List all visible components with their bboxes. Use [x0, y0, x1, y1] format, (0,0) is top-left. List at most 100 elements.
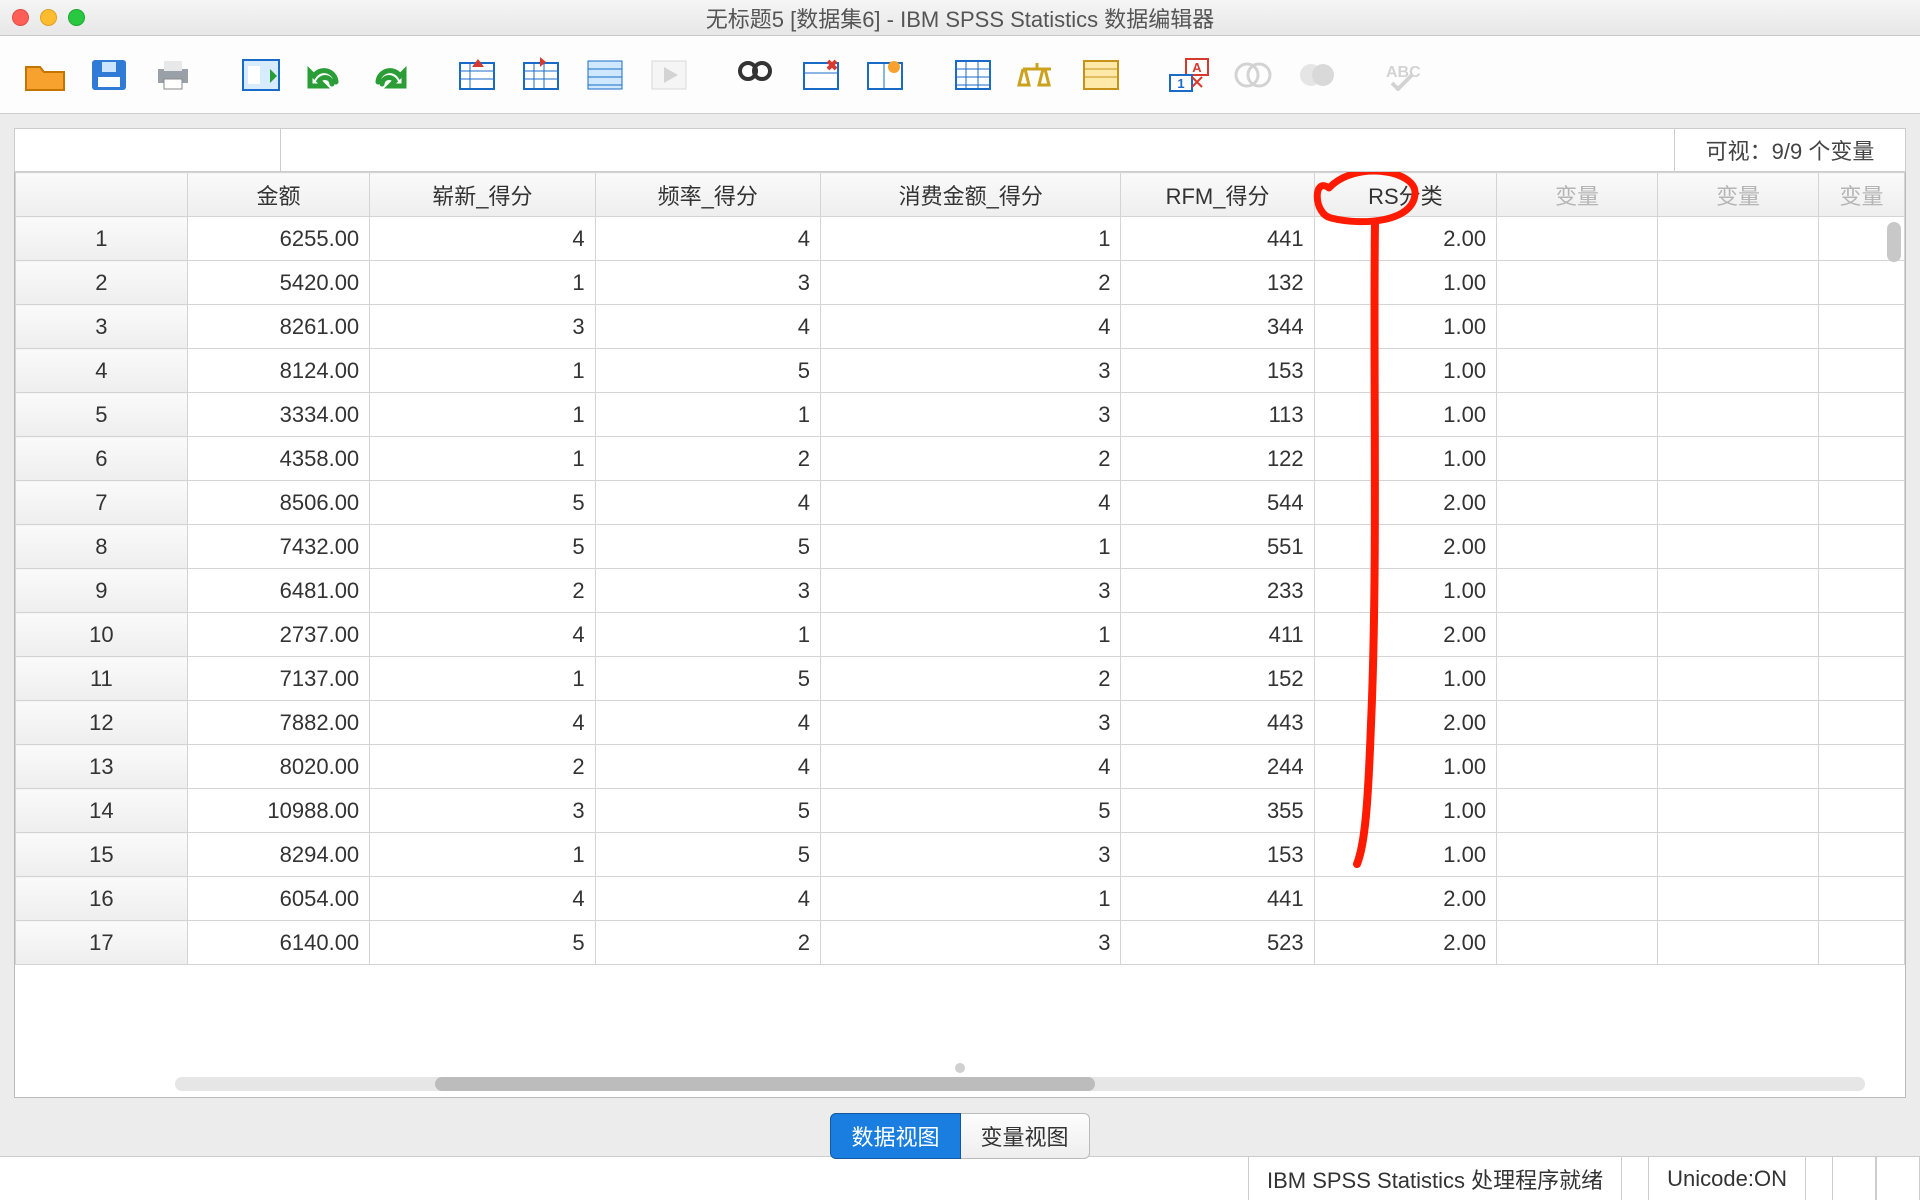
data-cell[interactable]: 2: [595, 437, 820, 481]
row-header[interactable]: 3: [16, 305, 188, 349]
data-cell[interactable]: 544: [1121, 481, 1314, 525]
data-cell[interactable]: 443: [1121, 701, 1314, 745]
data-cell[interactable]: 344: [1121, 305, 1314, 349]
data-cell[interactable]: 4: [595, 217, 820, 261]
empty-cell[interactable]: [1658, 833, 1819, 877]
horizontal-scrollbar-thumb[interactable]: [435, 1077, 1095, 1091]
value-labels-icon[interactable]: A1: [1162, 48, 1216, 102]
row-header[interactable]: 9: [16, 569, 188, 613]
select-cases-icon[interactable]: [1074, 48, 1128, 102]
data-cell[interactable]: 152: [1121, 657, 1314, 701]
data-cell[interactable]: 441: [1121, 877, 1314, 921]
undo-icon[interactable]: [298, 48, 352, 102]
split-file-icon[interactable]: [946, 48, 1000, 102]
data-cell[interactable]: 5: [595, 789, 820, 833]
pane-grip-icon[interactable]: [955, 1063, 965, 1073]
empty-cell[interactable]: [1658, 525, 1819, 569]
empty-cell[interactable]: [1658, 305, 1819, 349]
data-cell[interactable]: 3: [820, 393, 1121, 437]
empty-cell[interactable]: [1658, 789, 1819, 833]
row-header[interactable]: 16: [16, 877, 188, 921]
data-cell[interactable]: 3: [370, 305, 595, 349]
goto-case-icon[interactable]: [450, 48, 504, 102]
minimize-window-icon[interactable]: [40, 9, 57, 26]
open-file-icon[interactable]: [18, 48, 72, 102]
empty-cell[interactable]: [1658, 481, 1819, 525]
empty-cell[interactable]: [1819, 481, 1905, 525]
empty-cell[interactable]: [1497, 877, 1658, 921]
data-cell[interactable]: 153: [1121, 349, 1314, 393]
data-cell[interactable]: 4: [370, 217, 595, 261]
row-header[interactable]: 12: [16, 701, 188, 745]
column-header[interactable]: 频率_得分: [595, 173, 820, 217]
data-cell[interactable]: 2: [820, 261, 1121, 305]
data-cell[interactable]: 5420.00: [187, 261, 369, 305]
redo-icon[interactable]: [362, 48, 416, 102]
data-cell[interactable]: 4: [595, 877, 820, 921]
row-header[interactable]: 2: [16, 261, 188, 305]
insert-variable-icon[interactable]: [858, 48, 912, 102]
data-cell[interactable]: 8020.00: [187, 745, 369, 789]
row-header[interactable]: 10: [16, 613, 188, 657]
data-cell[interactable]: 1: [820, 877, 1121, 921]
data-cell[interactable]: 5: [370, 481, 595, 525]
empty-cell[interactable]: [1497, 217, 1658, 261]
data-cell[interactable]: 441: [1121, 217, 1314, 261]
empty-cell[interactable]: [1497, 481, 1658, 525]
empty-cell[interactable]: [1658, 437, 1819, 481]
empty-cell[interactable]: [1819, 613, 1905, 657]
data-cell[interactable]: 6255.00: [187, 217, 369, 261]
data-cell[interactable]: 1.00: [1314, 349, 1496, 393]
data-cell[interactable]: 2.00: [1314, 481, 1496, 525]
data-cell[interactable]: 6140.00: [187, 921, 369, 965]
data-cell[interactable]: 8294.00: [187, 833, 369, 877]
data-cell[interactable]: 1: [820, 613, 1121, 657]
data-cell[interactable]: 3: [820, 569, 1121, 613]
data-cell[interactable]: 3: [820, 833, 1121, 877]
column-header[interactable]: RS分类: [1314, 173, 1496, 217]
data-cell[interactable]: 2: [820, 437, 1121, 481]
data-cell[interactable]: 8506.00: [187, 481, 369, 525]
row-header[interactable]: 13: [16, 745, 188, 789]
data-cell[interactable]: 4: [820, 305, 1121, 349]
zoom-window-icon[interactable]: [68, 9, 85, 26]
row-header[interactable]: 17: [16, 921, 188, 965]
data-cell[interactable]: 2.00: [1314, 525, 1496, 569]
data-cell[interactable]: 5: [595, 657, 820, 701]
empty-cell[interactable]: [1819, 393, 1905, 437]
data-cell[interactable]: 355: [1121, 789, 1314, 833]
data-cell[interactable]: 4: [820, 481, 1121, 525]
data-cell[interactable]: 8124.00: [187, 349, 369, 393]
data-cell[interactable]: 1.00: [1314, 569, 1496, 613]
empty-cell[interactable]: [1819, 261, 1905, 305]
data-cell[interactable]: 3: [820, 349, 1121, 393]
empty-cell[interactable]: [1497, 393, 1658, 437]
column-header[interactable]: RFM_得分: [1121, 173, 1314, 217]
data-cell[interactable]: 1: [595, 393, 820, 437]
active-cell-name[interactable]: [15, 129, 281, 171]
row-header[interactable]: 6: [16, 437, 188, 481]
data-cell[interactable]: 1.00: [1314, 745, 1496, 789]
data-cell[interactable]: 3: [595, 261, 820, 305]
data-cell[interactable]: 1: [370, 437, 595, 481]
data-cell[interactable]: 551: [1121, 525, 1314, 569]
data-cell[interactable]: 113: [1121, 393, 1314, 437]
row-header[interactable]: 7: [16, 481, 188, 525]
data-cell[interactable]: 2.00: [1314, 701, 1496, 745]
data-cell[interactable]: 4: [595, 305, 820, 349]
empty-cell[interactable]: [1819, 437, 1905, 481]
empty-cell[interactable]: [1819, 525, 1905, 569]
data-cell[interactable]: 132: [1121, 261, 1314, 305]
data-cell[interactable]: 4: [595, 481, 820, 525]
data-cell[interactable]: 2.00: [1314, 877, 1496, 921]
data-cell[interactable]: 5: [370, 525, 595, 569]
empty-cell[interactable]: [1497, 921, 1658, 965]
empty-cell[interactable]: [1658, 613, 1819, 657]
data-cell[interactable]: 3: [820, 921, 1121, 965]
empty-cell[interactable]: [1658, 657, 1819, 701]
data-cell[interactable]: 5: [820, 789, 1121, 833]
data-cell[interactable]: 411: [1121, 613, 1314, 657]
data-cell[interactable]: 6481.00: [187, 569, 369, 613]
data-cell[interactable]: 244: [1121, 745, 1314, 789]
column-header[interactable]: 崭新_得分: [370, 173, 595, 217]
